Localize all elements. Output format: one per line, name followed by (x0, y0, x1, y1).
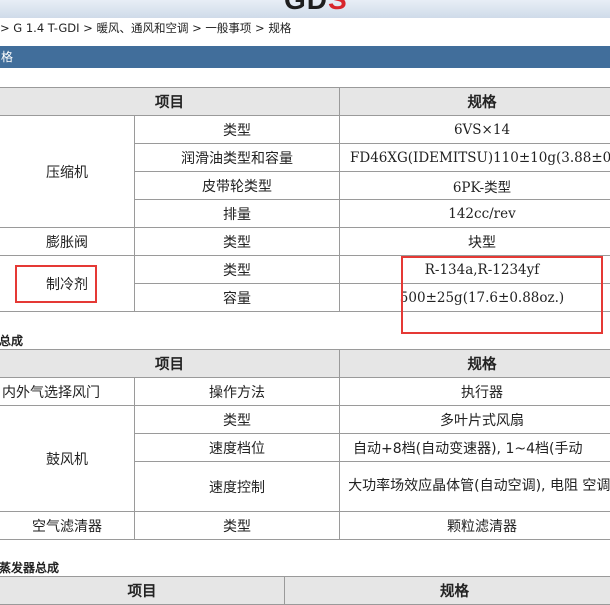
header-item: 项目 (0, 350, 340, 378)
item-name: 类型 (135, 256, 340, 284)
refrigerant-value-highlight (401, 256, 603, 334)
top-banner: GDS (0, 0, 610, 18)
item-name: 类型 (135, 512, 340, 540)
header-spec: 规格 (340, 350, 610, 378)
item-name: 类型 (135, 406, 340, 434)
header-spec: 规格 (340, 88, 610, 116)
air-filter-label: 空气滤清器 (0, 512, 135, 540)
item-name: 排量 (135, 200, 340, 228)
blower-spec-table: 项目 规格 内外气选择风门 操作方法 执行器 鼓风机 类型 多叶片式风扇 速度档… (0, 349, 610, 540)
section2-title: 总成 (0, 332, 23, 349)
item-value: FD46XG(IDEMITSU)110±10g(3.88±0. (340, 144, 610, 172)
item-value: 大功率场效应晶体管(自动空调), 电阻 空调) (340, 462, 610, 512)
header-item: 项目 (0, 88, 340, 116)
air-door-label: 内外气选择风门 (0, 378, 135, 406)
header-item: 项目 (0, 577, 285, 605)
evaporator-spec-table: 项目 规格 (0, 576, 610, 605)
item-name: 类型 (135, 228, 340, 256)
item-name: 润滑油类型和容量 (135, 144, 340, 172)
item-name: 操作方法 (135, 378, 340, 406)
item-name: 速度控制 (135, 462, 340, 512)
gds-logo: GDS (284, 0, 348, 16)
item-name: 类型 (135, 116, 340, 144)
item-value: 执行器 (340, 378, 610, 406)
blower-label: 鼓风机 (0, 406, 135, 512)
item-name: 速度档位 (135, 434, 340, 462)
item-value: 6VS×14 (340, 116, 610, 144)
item-name: 皮带轮类型 (135, 172, 340, 200)
item-value: 142cc/rev (340, 200, 610, 228)
compressor-label: 压缩机 (0, 116, 135, 228)
item-value: 块型 (340, 228, 610, 256)
item-value: 颗粒滤清器 (340, 512, 610, 540)
breadcrumb[interactable]: > G 1.4 T-GDI > 暖风、通风和空调 > 一般事项 > 规格 (0, 19, 291, 37)
header-spec: 规格 (285, 577, 610, 605)
item-value: 自动+8档(自动变速器), 1~4档(手动 (340, 434, 610, 462)
item-name: 容量 (135, 284, 340, 312)
section3-title: 蒸发器总成 (0, 559, 59, 576)
section-title-bar: 格 (0, 46, 610, 68)
item-value: 多叶片式风扇 (340, 406, 610, 434)
item-value: 6PK-类型 (340, 172, 610, 200)
refrigerant-label-highlight (15, 265, 97, 303)
expansion-valve-label: 膨胀阀 (0, 228, 135, 256)
